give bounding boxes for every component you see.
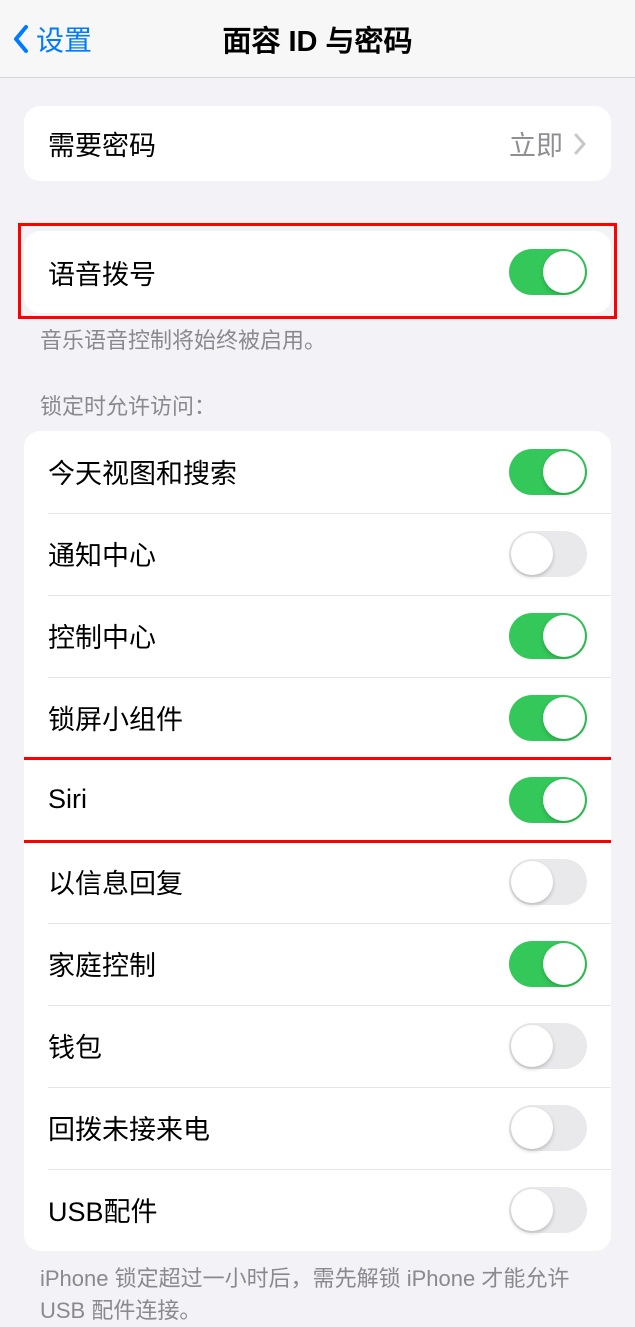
lock-access-label: 控制中心 — [48, 616, 156, 655]
lock-access-toggle[interactable] — [509, 613, 587, 659]
lock-access-row: 以信息回复 — [24, 841, 611, 923]
lock-access-row: 回拨未接来电 — [24, 1087, 611, 1169]
lock-access-toggle[interactable] — [509, 859, 587, 905]
lock-access-label: Siri — [48, 784, 87, 815]
back-label: 设置 — [36, 19, 92, 59]
chevron-right-icon — [573, 133, 587, 155]
lock-access-row: 家庭控制 — [24, 923, 611, 1005]
lock-access-label: USB配件 — [48, 1190, 158, 1229]
lock-access-row: 锁屏小组件 — [24, 677, 611, 759]
voice-dial-toggle[interactable] — [509, 249, 587, 295]
lock-access-toggle[interactable] — [509, 449, 587, 495]
lock-access-label: 今天视图和搜索 — [48, 452, 237, 491]
lock-access-toggle[interactable] — [509, 941, 587, 987]
lock-access-label: 钱包 — [48, 1026, 102, 1065]
back-button[interactable]: 设置 — [0, 19, 92, 59]
lock-access-toggle[interactable] — [509, 695, 587, 741]
lock-access-label: 通知中心 — [48, 534, 156, 573]
navigation-bar: 设置 面容 ID 与密码 — [0, 0, 635, 78]
chevron-left-icon — [12, 24, 30, 54]
lock-access-footer: iPhone 锁定超过一小时后，需先解锁 iPhone 才能允许 USB 配件连… — [40, 1263, 595, 1327]
lock-access-label: 家庭控制 — [48, 944, 156, 983]
voice-dial-label: 语音拨号 — [48, 253, 156, 292]
lock-access-row: 通知中心 — [24, 513, 611, 595]
page-title: 面容 ID 与密码 — [222, 18, 412, 60]
require-passcode-value: 立即 — [509, 124, 563, 163]
lock-access-label: 回拨未接来电 — [48, 1108, 210, 1147]
lock-access-label: 以信息回复 — [48, 862, 183, 901]
voice-dial-row: 语音拨号 — [24, 231, 611, 313]
lock-access-row: Siri — [24, 759, 611, 841]
lock-access-header: 锁定时允许访问： — [40, 389, 595, 421]
lock-access-row: 控制中心 — [24, 595, 611, 677]
lock-access-toggle[interactable] — [509, 1105, 587, 1151]
lock-access-toggle[interactable] — [509, 531, 587, 577]
lock-access-row: USB配件 — [24, 1169, 611, 1251]
lock-access-toggle[interactable] — [509, 1023, 587, 1069]
lock-access-row: 钱包 — [24, 1005, 611, 1087]
lock-access-toggle[interactable] — [509, 777, 587, 823]
require-passcode-label: 需要密码 — [48, 124, 156, 163]
voice-dial-footer: 音乐语音控制将始终被启用。 — [40, 325, 595, 357]
lock-access-label: 锁屏小组件 — [48, 698, 183, 737]
require-passcode-row[interactable]: 需要密码 立即 — [24, 106, 611, 181]
lock-access-toggle[interactable] — [509, 1187, 587, 1233]
lock-access-row: 今天视图和搜索 — [24, 431, 611, 513]
